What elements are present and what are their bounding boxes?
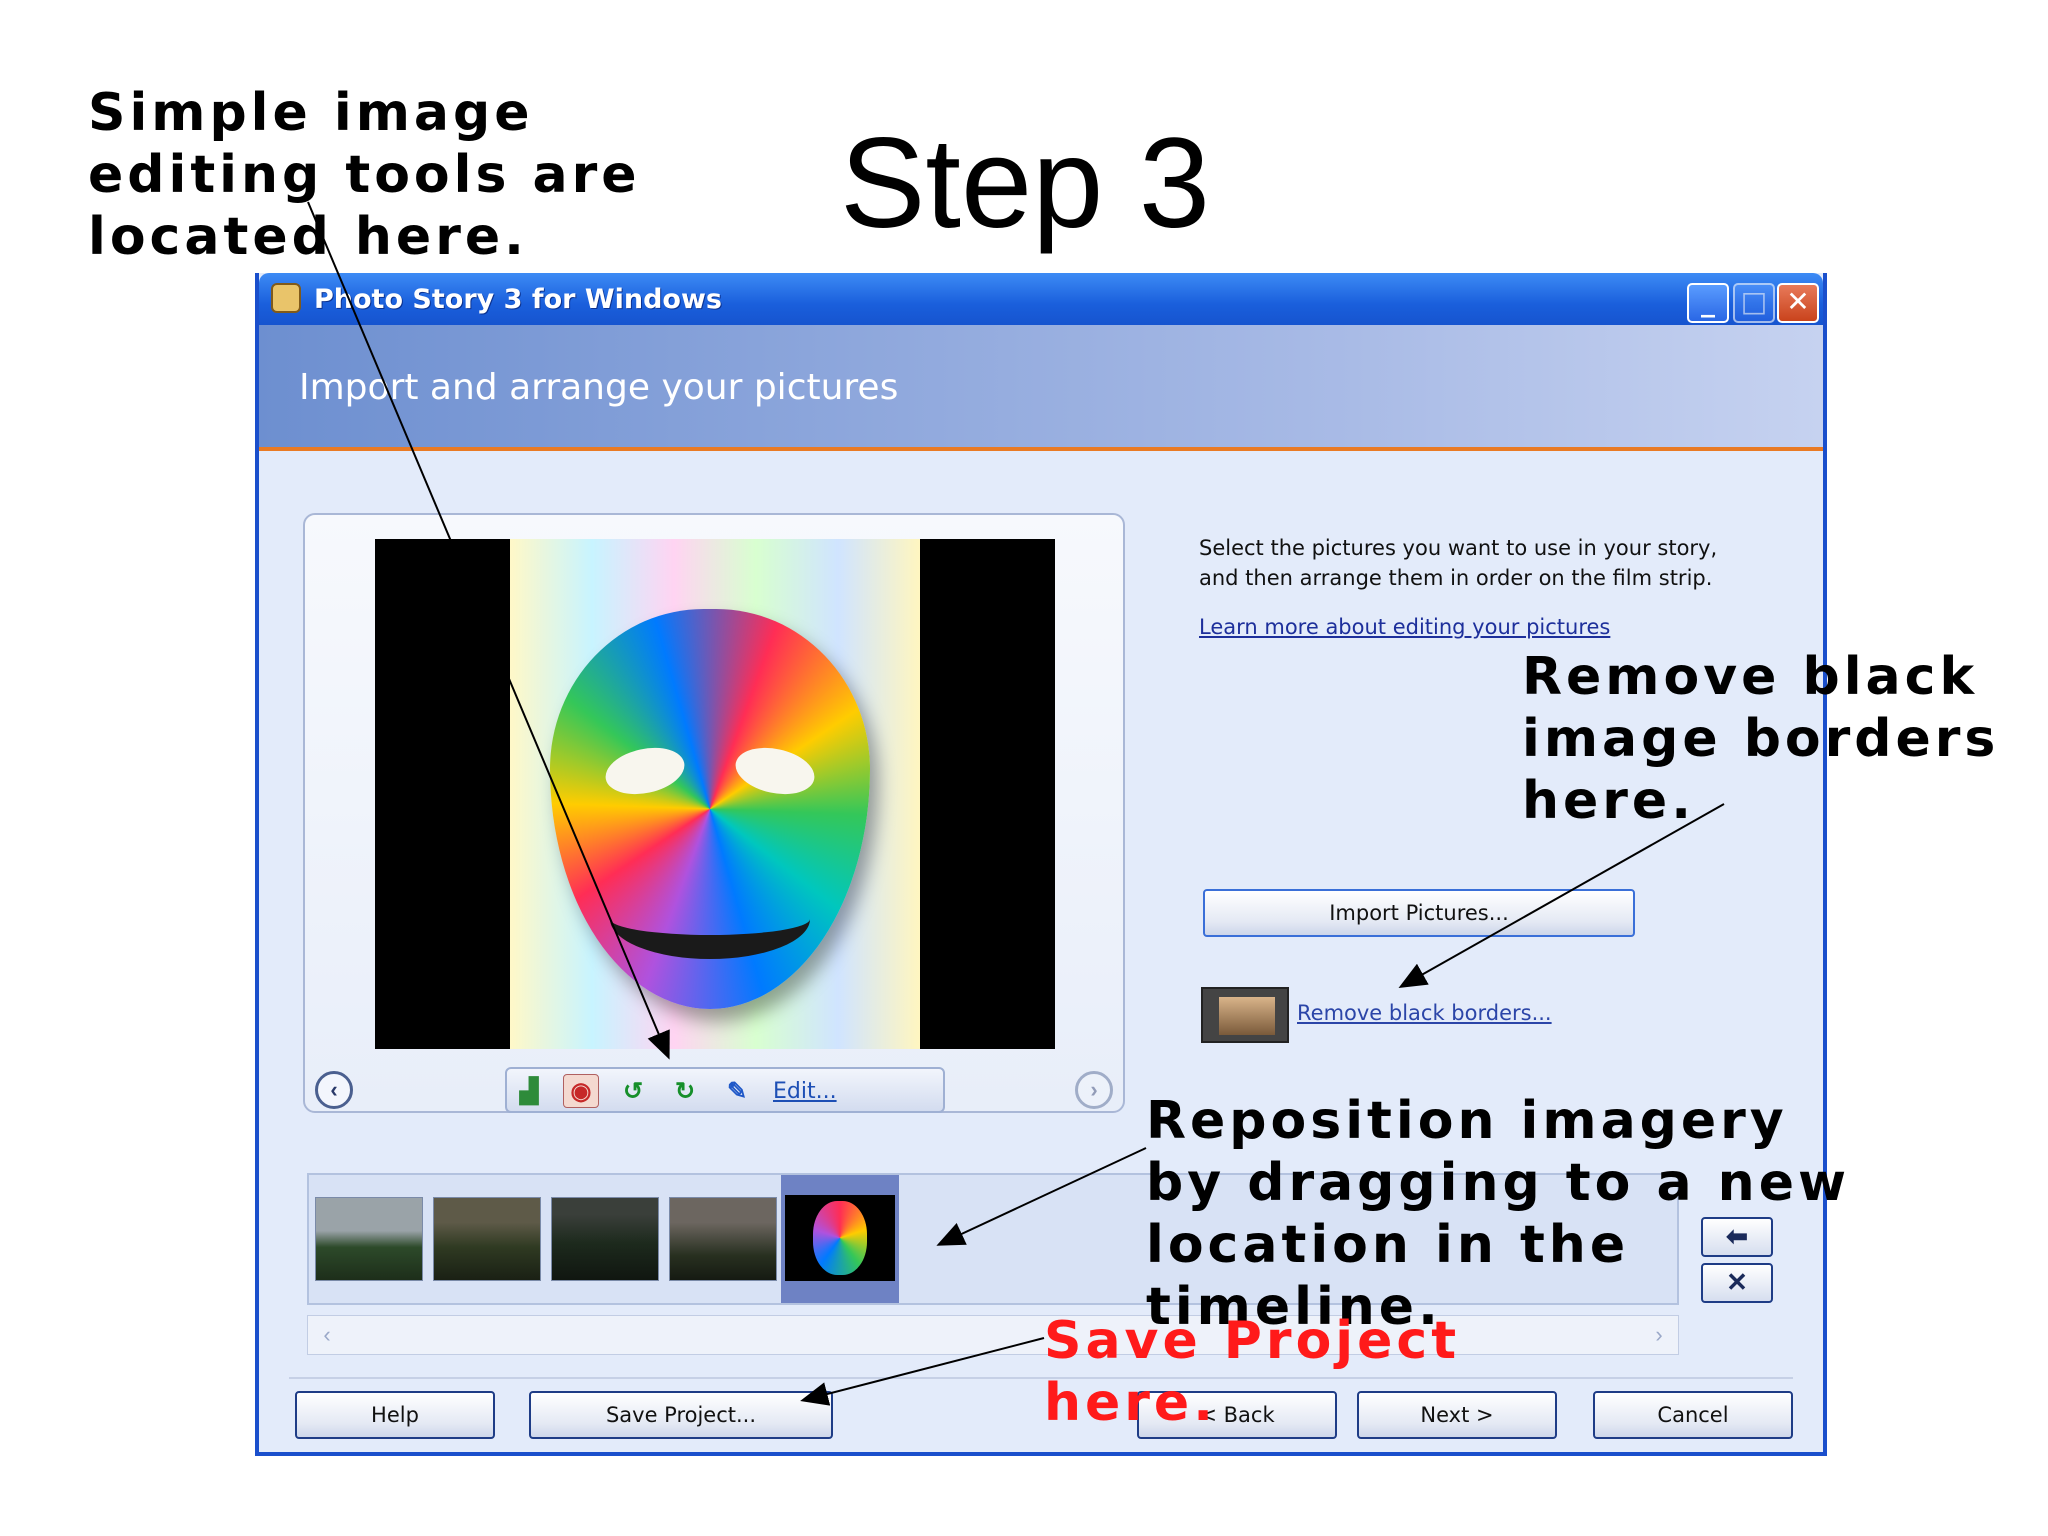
previous-picture-icon[interactable]: ‹ [315,1071,353,1109]
footer-divider [289,1377,1793,1379]
editing-toolbar: ▟ ◉ ↺ ↻ ✎ Edit... [505,1067,945,1113]
window-titlebar[interactable]: Photo Story 3 for Windows _ □ ✕ [259,273,1823,325]
help-button[interactable]: Help [295,1391,495,1439]
cancel-button[interactable]: Cancel [1593,1391,1793,1439]
slide-title: Step 3 [840,112,1211,255]
preview-image [375,539,1055,1049]
red-eye-icon[interactable]: ◉ [563,1074,599,1108]
window-title: Photo Story 3 for Windows [314,284,722,315]
rainbow-mask [550,609,870,1009]
callout-save-project: Save Project here. [1044,1311,1461,1433]
edit-link[interactable]: Edit... [773,1079,837,1104]
next-picture-icon[interactable]: › [1075,1071,1113,1109]
callout-remove-borders: Remove black image borders here. [1522,647,2000,831]
filmstrip-thumbnail-selected[interactable] [781,1175,899,1303]
wizard-header: Import and arrange your pictures [259,325,1823,451]
learn-more-link[interactable]: Learn more about editing your pictures [1199,615,1610,639]
import-pictures-button[interactable]: Import Pictures... [1203,889,1635,937]
filmstrip-thumbnail[interactable] [551,1197,659,1281]
maximize-button[interactable]: □ [1733,283,1775,323]
mask-picture [510,539,920,1049]
filmstrip-thumbnail[interactable] [315,1197,423,1281]
instructions-text: Select the pictures you want to use in y… [1199,536,1718,590]
callout-reposition: Reposition imagery by dragging to a new … [1146,1091,1850,1337]
rotate-right-icon[interactable]: ↻ [667,1074,703,1108]
scroll-left-icon[interactable]: ‹ [312,1320,342,1350]
minimize-button[interactable]: _ [1687,283,1729,323]
rotate-left-icon[interactable]: ↺ [615,1074,651,1108]
mask-eye-right [731,741,819,801]
photo-story-app-icon [271,283,301,313]
edit-icon[interactable]: ✎ [719,1074,755,1108]
save-project-button[interactable]: Save Project... [529,1391,833,1439]
auto-levels-icon[interactable]: ▟ [511,1074,547,1108]
mask-mouth [610,879,810,959]
remove-black-borders-link[interactable]: Remove black borders... [1297,1001,1552,1025]
filmstrip-thumbnail[interactable] [433,1197,541,1281]
close-button[interactable]: ✕ [1777,283,1819,323]
filmstrip-thumbnail[interactable] [669,1197,777,1281]
mask-eye-left [601,741,689,801]
picture-preview-panel: ‹ › ▟ ◉ ↺ ↻ ✎ Edit... [303,513,1125,1113]
remove-borders-icon[interactable] [1201,987,1289,1043]
wizard-heading: Import and arrange your pictures [299,367,899,408]
callout-editing-tools: Simple image editing tools are located h… [88,83,641,267]
